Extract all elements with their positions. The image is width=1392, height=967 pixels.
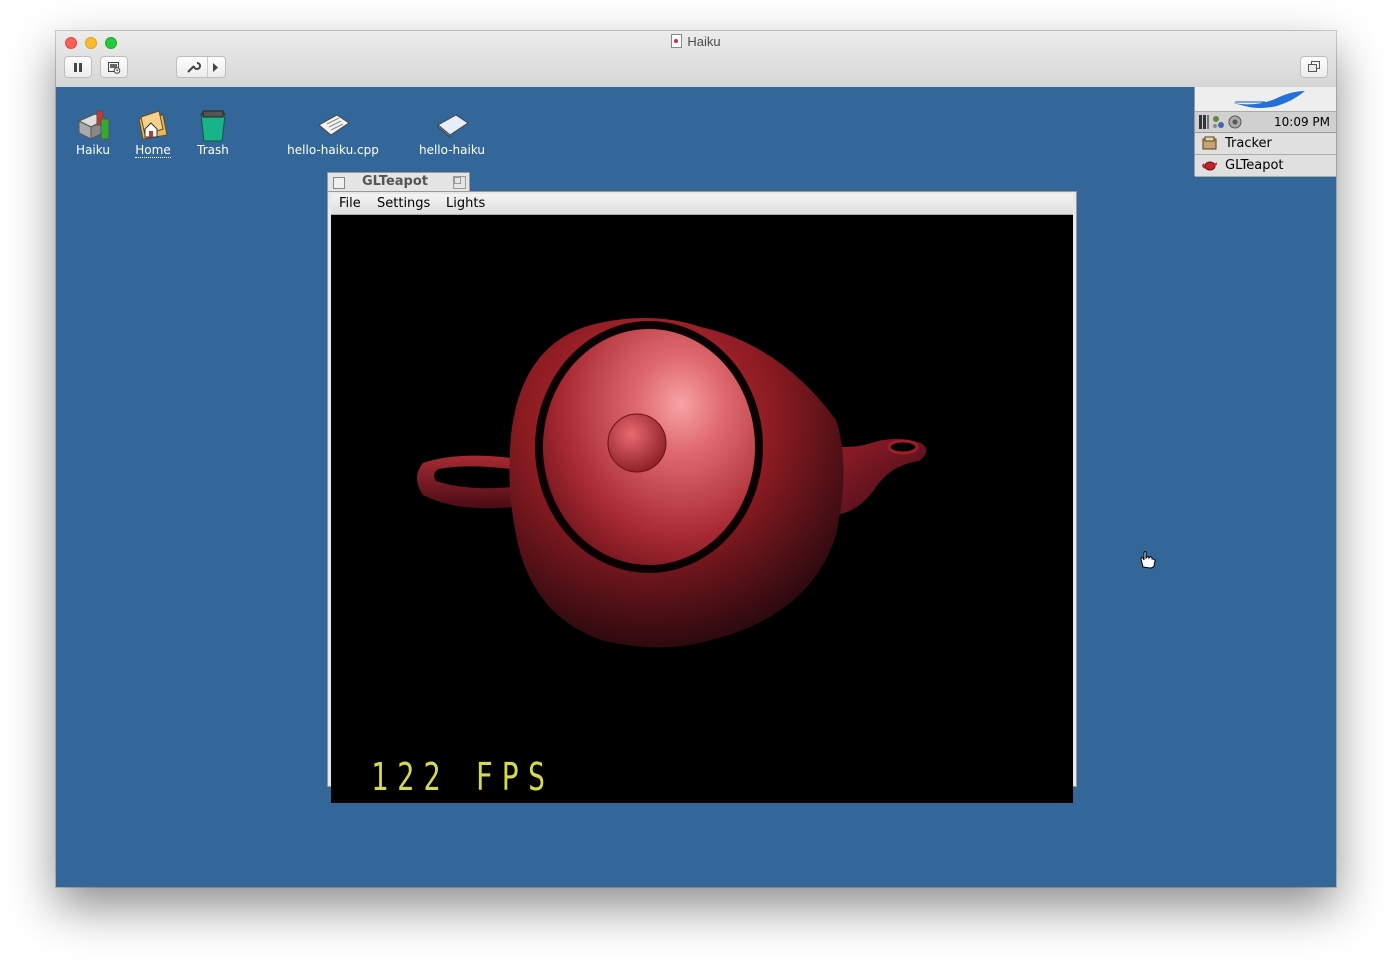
desktop-icon-label: Trash	[197, 143, 229, 157]
windows-icon	[1307, 61, 1320, 72]
source-file-icon	[315, 107, 351, 143]
window-title: GLTeapot	[362, 174, 428, 189]
deskbar: 10:09 PM Tracker GLTeapot	[1194, 87, 1336, 177]
vm-titlebar: Haiku	[56, 31, 1336, 88]
deskbar-app-label: Tracker	[1225, 136, 1272, 151]
menu-file[interactable]: File	[339, 196, 361, 211]
pause-button[interactable]	[64, 56, 92, 78]
glteapot-window-tab[interactable]: GLTeapot	[327, 172, 470, 192]
desktop-icon-hello-haiku-cpp[interactable]: hello-haiku.cpp	[283, 107, 383, 157]
desktop-icon-home[interactable]: Home	[131, 107, 175, 158]
window-close-box[interactable]	[333, 177, 345, 189]
teapot-icon	[1202, 161, 1217, 171]
desktop-icon-label: Home	[135, 143, 171, 158]
haiku-leaf-menu-button[interactable]	[1195, 87, 1336, 112]
snapshot-icon	[108, 61, 121, 74]
glteapot-window: GLTeapot File Settings Lights 122 FPS	[327, 171, 1077, 803]
haiku-leaf-icon	[1233, 91, 1305, 108]
desktop-icon-hello-haiku[interactable]: hello-haiku	[406, 107, 498, 157]
menu-lights[interactable]: Lights	[446, 196, 485, 211]
fps-counter: 122 FPS	[371, 755, 555, 799]
document-icon	[671, 34, 683, 48]
desktop-icon-label: hello-haiku.cpp	[287, 143, 379, 157]
vm-title-text: Haiku	[687, 34, 721, 49]
deskbar-tray: 10:09 PM	[1195, 112, 1336, 133]
settings-menu-button[interactable]	[176, 56, 226, 78]
trash-icon	[195, 107, 231, 143]
tracker-icon	[1202, 136, 1217, 150]
vm-title: Haiku	[56, 34, 1336, 49]
window-zoom-button[interactable]	[453, 176, 466, 189]
home-folder-icon	[135, 107, 171, 143]
deskbar-clock[interactable]: 10:09 PM	[1274, 115, 1330, 129]
deskbar-app-tracker[interactable]: Tracker	[1195, 133, 1336, 155]
gl-render-view[interactable]: 122 FPS	[331, 215, 1073, 803]
hand-cursor-icon	[1140, 551, 1156, 569]
desktop-icon-trash[interactable]: Trash	[191, 107, 235, 157]
pause-icon	[74, 62, 82, 72]
window-mode-button[interactable]	[1300, 56, 1328, 78]
window-frame: File Settings Lights 122 FPS	[327, 191, 1077, 803]
desktop-icon-label: Haiku	[76, 143, 110, 157]
wrench-icon	[186, 62, 201, 73]
executable-icon	[434, 107, 470, 143]
menu-settings[interactable]: Settings	[377, 196, 430, 211]
teapot-render	[417, 317, 927, 648]
snapshot-button[interactable]	[100, 56, 128, 78]
haiku-desktop: Haiku Home Trash hello-haiku.cpp hello-h…	[56, 87, 1336, 887]
deskbar-app-glteapot[interactable]: GLTeapot	[1195, 155, 1336, 177]
tray-icons	[1199, 115, 1242, 129]
deskbar-app-label: GLTeapot	[1225, 158, 1284, 173]
desktop-icon-label: hello-haiku	[418, 143, 486, 157]
vm-window: Haiku Haiku Home Trash hello-haiku.cpp h…	[56, 31, 1336, 887]
menubar: File Settings Lights	[331, 194, 1073, 215]
desktop-icon-haiku[interactable]: Haiku	[71, 107, 115, 157]
disk-icon	[75, 107, 111, 143]
chevron-right-icon	[212, 62, 218, 72]
